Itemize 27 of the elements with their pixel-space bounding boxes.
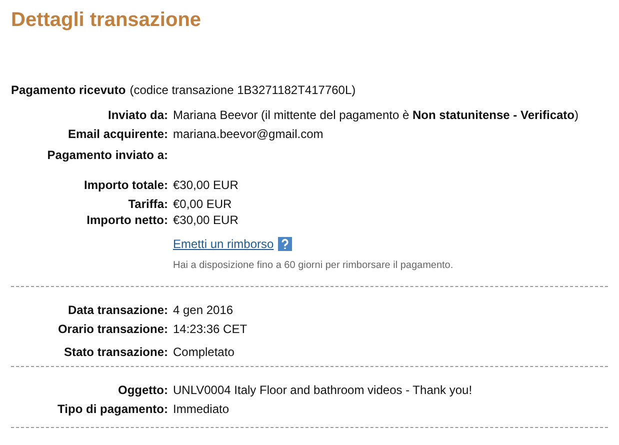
- field-value: 4 gen 2016: [173, 302, 234, 318]
- field-value: €0,00 EUR: [173, 196, 232, 212]
- refund-note: Hai a disposizione fino a 60 giorni per rimborsare il pagamento.: [173, 259, 454, 273]
- field-value: 14:23:36 CET: [173, 321, 248, 337]
- field-value: €30,00 EUR: [173, 212, 238, 228]
- payment-received-label: Pagamento ricevuto: [11, 83, 126, 97]
- field-label: Pagamento inviato a:: [46, 147, 168, 163]
- field-value: €30,00 EUR: [173, 177, 238, 193]
- field-value: Immediato: [173, 401, 230, 417]
- field-value: UNLV0004 Italy Floor and bathroom videos - Thank you!: [173, 382, 472, 398]
- field-label: Stato transazione:: [62, 344, 168, 360]
- field-value: Mariana Beevor (il mittente del pagamento è Non statunitense - Verificato): [173, 107, 578, 123]
- help-icon[interactable]: [278, 237, 292, 251]
- field-label: Tariffa:: [127, 196, 168, 212]
- field-label: Orario transazione:: [56, 321, 168, 337]
- field-label: Oggetto:: [117, 382, 168, 398]
- refund-link[interactable]: Emetti un rimborso: [173, 236, 274, 252]
- field-label: Data transazione:: [66, 302, 168, 318]
- field-label: Importo totale:: [83, 177, 168, 193]
- field-value: Completato: [173, 344, 234, 360]
- field-value: mariana.beevor@gmail.com: [173, 126, 324, 142]
- field-label: Inviato da:: [106, 107, 168, 123]
- field-label: Importo netto:: [86, 212, 168, 228]
- field-label: Email acquirente:: [66, 126, 168, 142]
- transaction-code: (codice transazione 1B3271182T417760L): [130, 83, 356, 97]
- page-title: Dettagli transazione: [11, 8, 202, 32]
- field-label: Tipo di pagamento:: [56, 401, 168, 417]
